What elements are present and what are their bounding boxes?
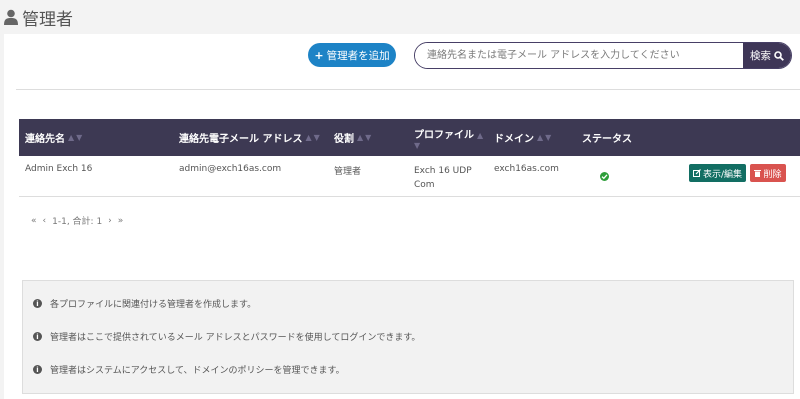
plus-icon: +	[314, 48, 324, 62]
delete-label: 削除	[763, 169, 782, 180]
col-contact-name[interactable]: 連絡先名 ▲▼	[25, 119, 84, 156]
edit-button[interactable]: 表示/編集	[689, 164, 746, 182]
info-circle-icon: i	[33, 299, 42, 308]
add-admin-label: 管理者を追加	[326, 49, 390, 62]
toolbar: + 管理者を追加 検索	[4, 34, 800, 90]
sort-down-icon: ▼	[414, 140, 423, 150]
cell-profile: Exch 16 UDP Com	[414, 166, 472, 190]
next-page-link[interactable]: ›	[108, 216, 112, 226]
sort-icon: ▲	[477, 130, 486, 140]
table-row: Admin Exch 16 admin@exch16as.com 管理者 Exc…	[19, 156, 800, 197]
info-panel: i 各プロファイルに関連付ける管理者を作成します。 i 管理者はここで提供されて…	[22, 280, 794, 394]
search-icon	[774, 50, 784, 61]
page-title: 管理者	[22, 9, 73, 30]
cell-name: Admin Exch 16	[25, 164, 93, 174]
trash-icon	[754, 170, 762, 177]
edit-icon	[692, 169, 701, 177]
info-circle-icon: i	[33, 365, 42, 374]
cell-email: admin@exch16as.com	[179, 164, 282, 174]
cell-domain: exch16as.com	[494, 164, 559, 174]
toolbar-divider	[16, 89, 800, 90]
page-summary: 1-1, 合計: 1	[52, 217, 103, 227]
col-contact-email[interactable]: 連絡先電子メール アドレス ▲▼	[179, 119, 322, 156]
cell-role: 管理者	[334, 167, 362, 177]
col-profile[interactable]: プロファイル ▲ ▼	[414, 119, 485, 156]
prev-page-link[interactable]: ‹	[43, 216, 47, 226]
search-box: 検索	[414, 42, 792, 69]
info-line: i 管理者はここで提供されているメール アドレスとパスワードを使用してログインで…	[33, 330, 420, 343]
edit-label: 表示/編集	[702, 169, 743, 180]
search-label: 検索	[750, 50, 771, 62]
col-role[interactable]: 役割 ▲▼	[334, 119, 373, 156]
pagination: « ‹ 1-1, 合計: 1 › »	[31, 214, 124, 228]
main-card: + 管理者を追加 検索 連絡先名▲▼ 連絡先電子メール アドレス▲▼ 役	[4, 34, 800, 399]
delete-button[interactable]: 削除	[750, 164, 786, 182]
info-circle-icon: i	[33, 332, 42, 341]
page-header: 管理者	[0, 0, 800, 34]
table-header: 連絡先名 ▲▼ 連絡先電子メール アドレス ▲▼ 役割 ▲▼ プロファイル ▲ ▼ ドメ…	[19, 119, 800, 156]
search-button[interactable]: 検索	[743, 43, 791, 68]
col-domain[interactable]: ドメイン ▲▼	[494, 119, 553, 156]
sort-icon: ▲▼	[68, 133, 85, 142]
search-input[interactable]	[415, 43, 743, 68]
first-page-link[interactable]: «	[31, 216, 37, 226]
add-admin-button[interactable]: + 管理者を追加	[308, 43, 396, 67]
info-line: i 管理者はシステムにアクセスして、ドメインのポリシーを管理できます。	[33, 363, 345, 376]
last-page-link[interactable]: »	[118, 216, 124, 226]
admin-table: 連絡先名 ▲▼ 連絡先電子メール アドレス ▲▼ 役割 ▲▼ プロファイル ▲ ▼ ドメ…	[19, 119, 800, 197]
info-line: i 各プロファイルに関連付ける管理者を作成します。	[33, 297, 256, 310]
col-status: ステータス	[582, 134, 632, 145]
sort-icon: ▲▼	[537, 133, 554, 142]
check-circle-icon	[600, 172, 609, 181]
sort-icon: ▲▼	[357, 133, 374, 142]
sort-icon: ▲▼	[305, 133, 322, 142]
user-icon	[4, 9, 18, 25]
